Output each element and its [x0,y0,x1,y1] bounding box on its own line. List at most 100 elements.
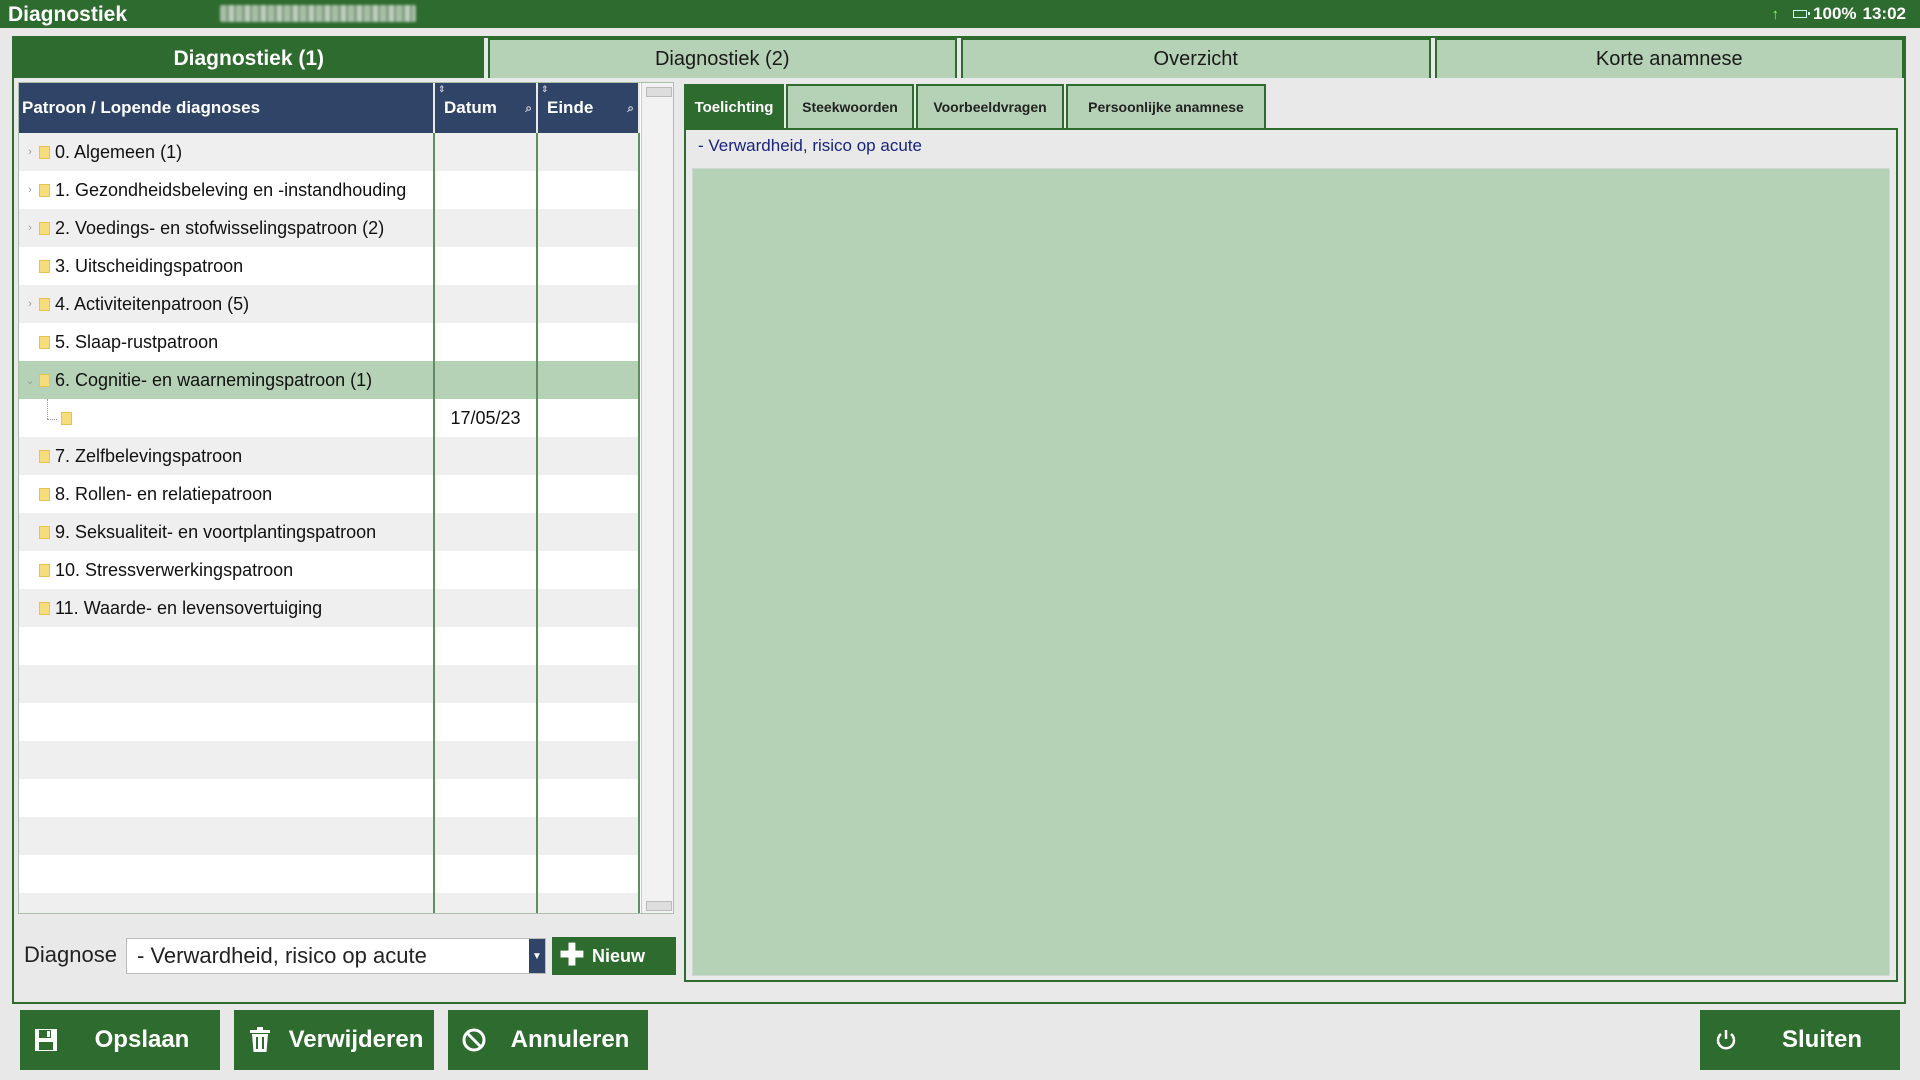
empty-row [19,741,640,779]
folder-icon [39,525,50,539]
expand-icon[interactable]: › [23,222,37,234]
cell-einde [538,665,640,703]
column-header-patroon[interactable]: Patroon / Lopende diagnoses [19,83,435,133]
table-row[interactable]: ⌄ 6. Cognitie- en waarnemingspatroon (1) [19,361,640,399]
cell-patroon [19,399,435,437]
tab-voorbeeldvragen[interactable]: Voorbeeldvragen [916,84,1064,128]
delete-button[interactable]: Verwijderen [234,1010,434,1070]
table-row[interactable]: › 4. Activiteitenpatroon (5) [19,285,640,323]
cell-einde [538,399,640,437]
search-icon[interactable]: ⌕ [627,101,634,116]
tab-persoonlijke-anamnese[interactable]: Persoonlijke anamnese [1066,84,1266,128]
table-row[interactable]: › 2. Voedings- en stofwisselingspatroon (… [19,209,640,247]
table-row[interactable]: 9. Seksualiteit- en voortplantingspatroo… [19,513,640,551]
table-row[interactable]: › 1. Gezondheidsbeleving en -instandhoudi… [19,171,640,209]
folder-icon [39,297,50,311]
row-label: 1. Gezondheidsbeleving en -instandhoudin… [55,179,407,200]
save-button[interactable]: Opslaan [20,1010,220,1070]
tree-connector [45,399,59,437]
cell-einde [538,589,640,627]
new-diagnosis-button[interactable]: ✚ Nieuw [552,937,676,975]
folder-icon [39,373,50,387]
diagnose-select[interactable]: - Verwardheid, risico op acute ▼ [126,938,546,974]
expand-icon[interactable]: › [23,298,37,310]
row-label: 4. Activiteitenpatroon (5) [55,293,250,314]
cell-einde [538,247,640,285]
column-header-datum[interactable]: ⇕ Datum ⌕ [435,83,538,133]
table-row[interactable]: › 0. Algemeen (1) [19,133,640,171]
cell-patroon [19,665,435,703]
empty-row [19,855,640,893]
cell-patroon [19,855,435,893]
collapse-icon[interactable]: ⌄ [23,374,37,387]
sort-icon[interactable]: ⇕ [438,84,446,95]
status-area: ↑ 100% 13:02 [1772,4,1906,24]
search-icon[interactable]: ⌕ [525,101,532,116]
cell-einde [538,893,640,913]
cell-datum [435,589,538,627]
cell-einde [538,513,640,551]
tab-toelichting[interactable]: Toelichting [684,84,784,128]
close-button-label: Sluiten [1781,1026,1862,1053]
diagnose-label: Diagnose [24,942,117,967]
table-row[interactable]: 8. Rollen- en relatiepatroon [19,475,640,513]
cell-patroon [19,893,435,913]
cell-patroon [19,779,435,817]
scroll-up-button[interactable] [646,87,672,97]
cell-einde [538,817,640,855]
table-row[interactable]: 5. Slaap-rustpatroon [19,323,640,361]
expand-icon[interactable]: › [23,146,37,158]
cell-datum [435,475,538,513]
tab-diagnostiek-2[interactable]: Diagnostiek (2) [487,38,957,78]
patient-name-redacted [220,5,416,22]
cell-patroon [19,741,435,779]
trash-icon [234,1027,286,1053]
power-icon [1700,1028,1752,1052]
cell-einde [538,209,640,247]
expand-icon[interactable]: › [23,184,37,196]
cell-einde [538,285,640,323]
folder-icon [39,601,50,615]
cancel-button[interactable]: Annuleren [448,1010,648,1070]
table-row[interactable]: 17/05/23 [19,399,640,437]
column-header-einde[interactable]: ⇕ Einde ⌕ [538,83,640,133]
row-label: 3. Uitscheidingspatroon [55,255,244,276]
folder-icon [39,259,50,273]
tab-korte-anamnese[interactable]: Korte anamnese [1434,38,1904,78]
folder-icon [39,183,50,197]
cell-datum [435,855,538,893]
new-diagnosis-label: Nieuw [592,945,646,966]
row-label: 11. Waarde- en levensovertuiging [55,597,323,618]
scroll-down-button[interactable] [646,901,672,911]
cell-patroon: 9. Seksualiteit- en voortplantingspatroo… [19,513,435,551]
diagnosis-grid: Patroon / Lopende diagnoses ⇕ Datum ⌕ ⇕ … [18,82,674,914]
cell-einde [538,741,640,779]
folder-icon [39,487,50,501]
save-button-label: Opslaan [94,1026,190,1053]
plus-icon: ✚ [559,939,585,972]
detail-text-area[interactable] [692,168,1890,976]
row-label: 8. Rollen- en relatiepatroon [55,483,273,504]
chevron-down-icon[interactable]: ▼ [529,939,545,973]
table-row[interactable]: 3. Uitscheidingspatroon [19,247,640,285]
cell-datum [435,627,538,665]
close-button[interactable]: Sluiten [1700,1010,1900,1070]
folder-icon [39,449,50,463]
table-row[interactable]: 7. Zelfbelevingspatroon [19,437,640,475]
cell-datum [435,703,538,741]
clock: 13:02 [1862,4,1906,23]
vertical-scrollbar[interactable] [641,83,673,913]
table-row[interactable]: 11. Waarde- en levensovertuiging [19,589,640,627]
row-label: 2. Voedings- en stofwisselingspatroon (2… [55,217,385,238]
table-row[interactable]: 10. Stressverwerkingspatroon [19,551,640,589]
tab-steekwoorden[interactable]: Steekwoorden [786,84,914,128]
tab-overzicht[interactable]: Overzicht [961,38,1431,78]
sort-icon[interactable]: ⇕ [541,84,549,95]
cell-patroon: › 1. Gezondheidsbeleving en -instandhoudi… [19,171,435,209]
folder-icon [39,145,50,159]
cell-datum [435,209,538,247]
cell-datum [435,247,538,285]
tab-diagnostiek-1[interactable]: Diagnostiek (1) [14,38,484,78]
floppy-disk-icon [20,1027,72,1053]
empty-row [19,627,640,665]
